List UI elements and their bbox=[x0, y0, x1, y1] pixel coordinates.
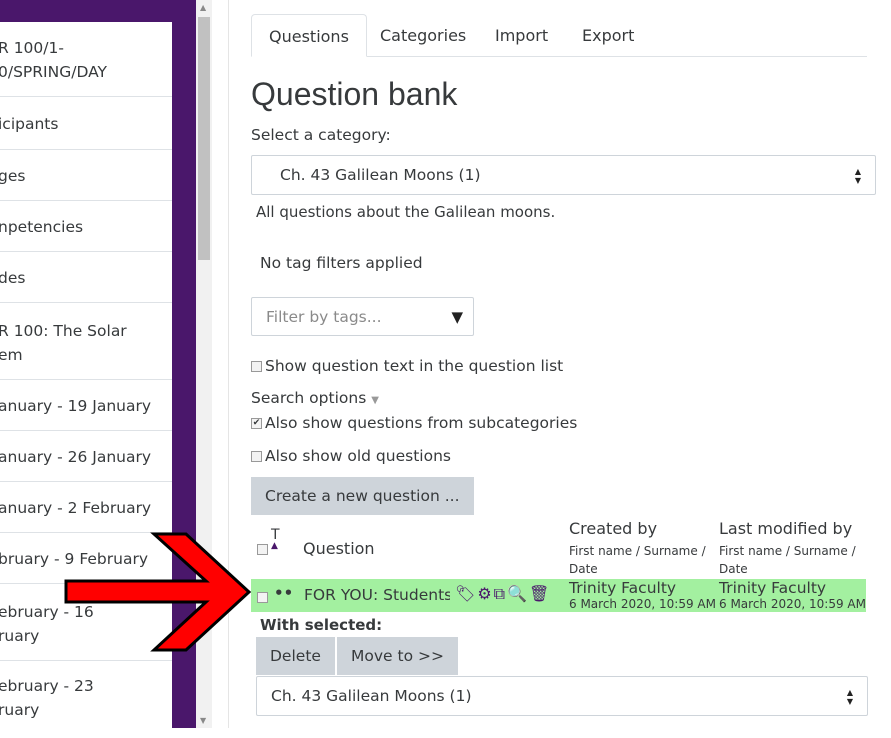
arrow-icon bbox=[64, 532, 252, 652]
red-arrow-annotation bbox=[64, 532, 252, 652]
